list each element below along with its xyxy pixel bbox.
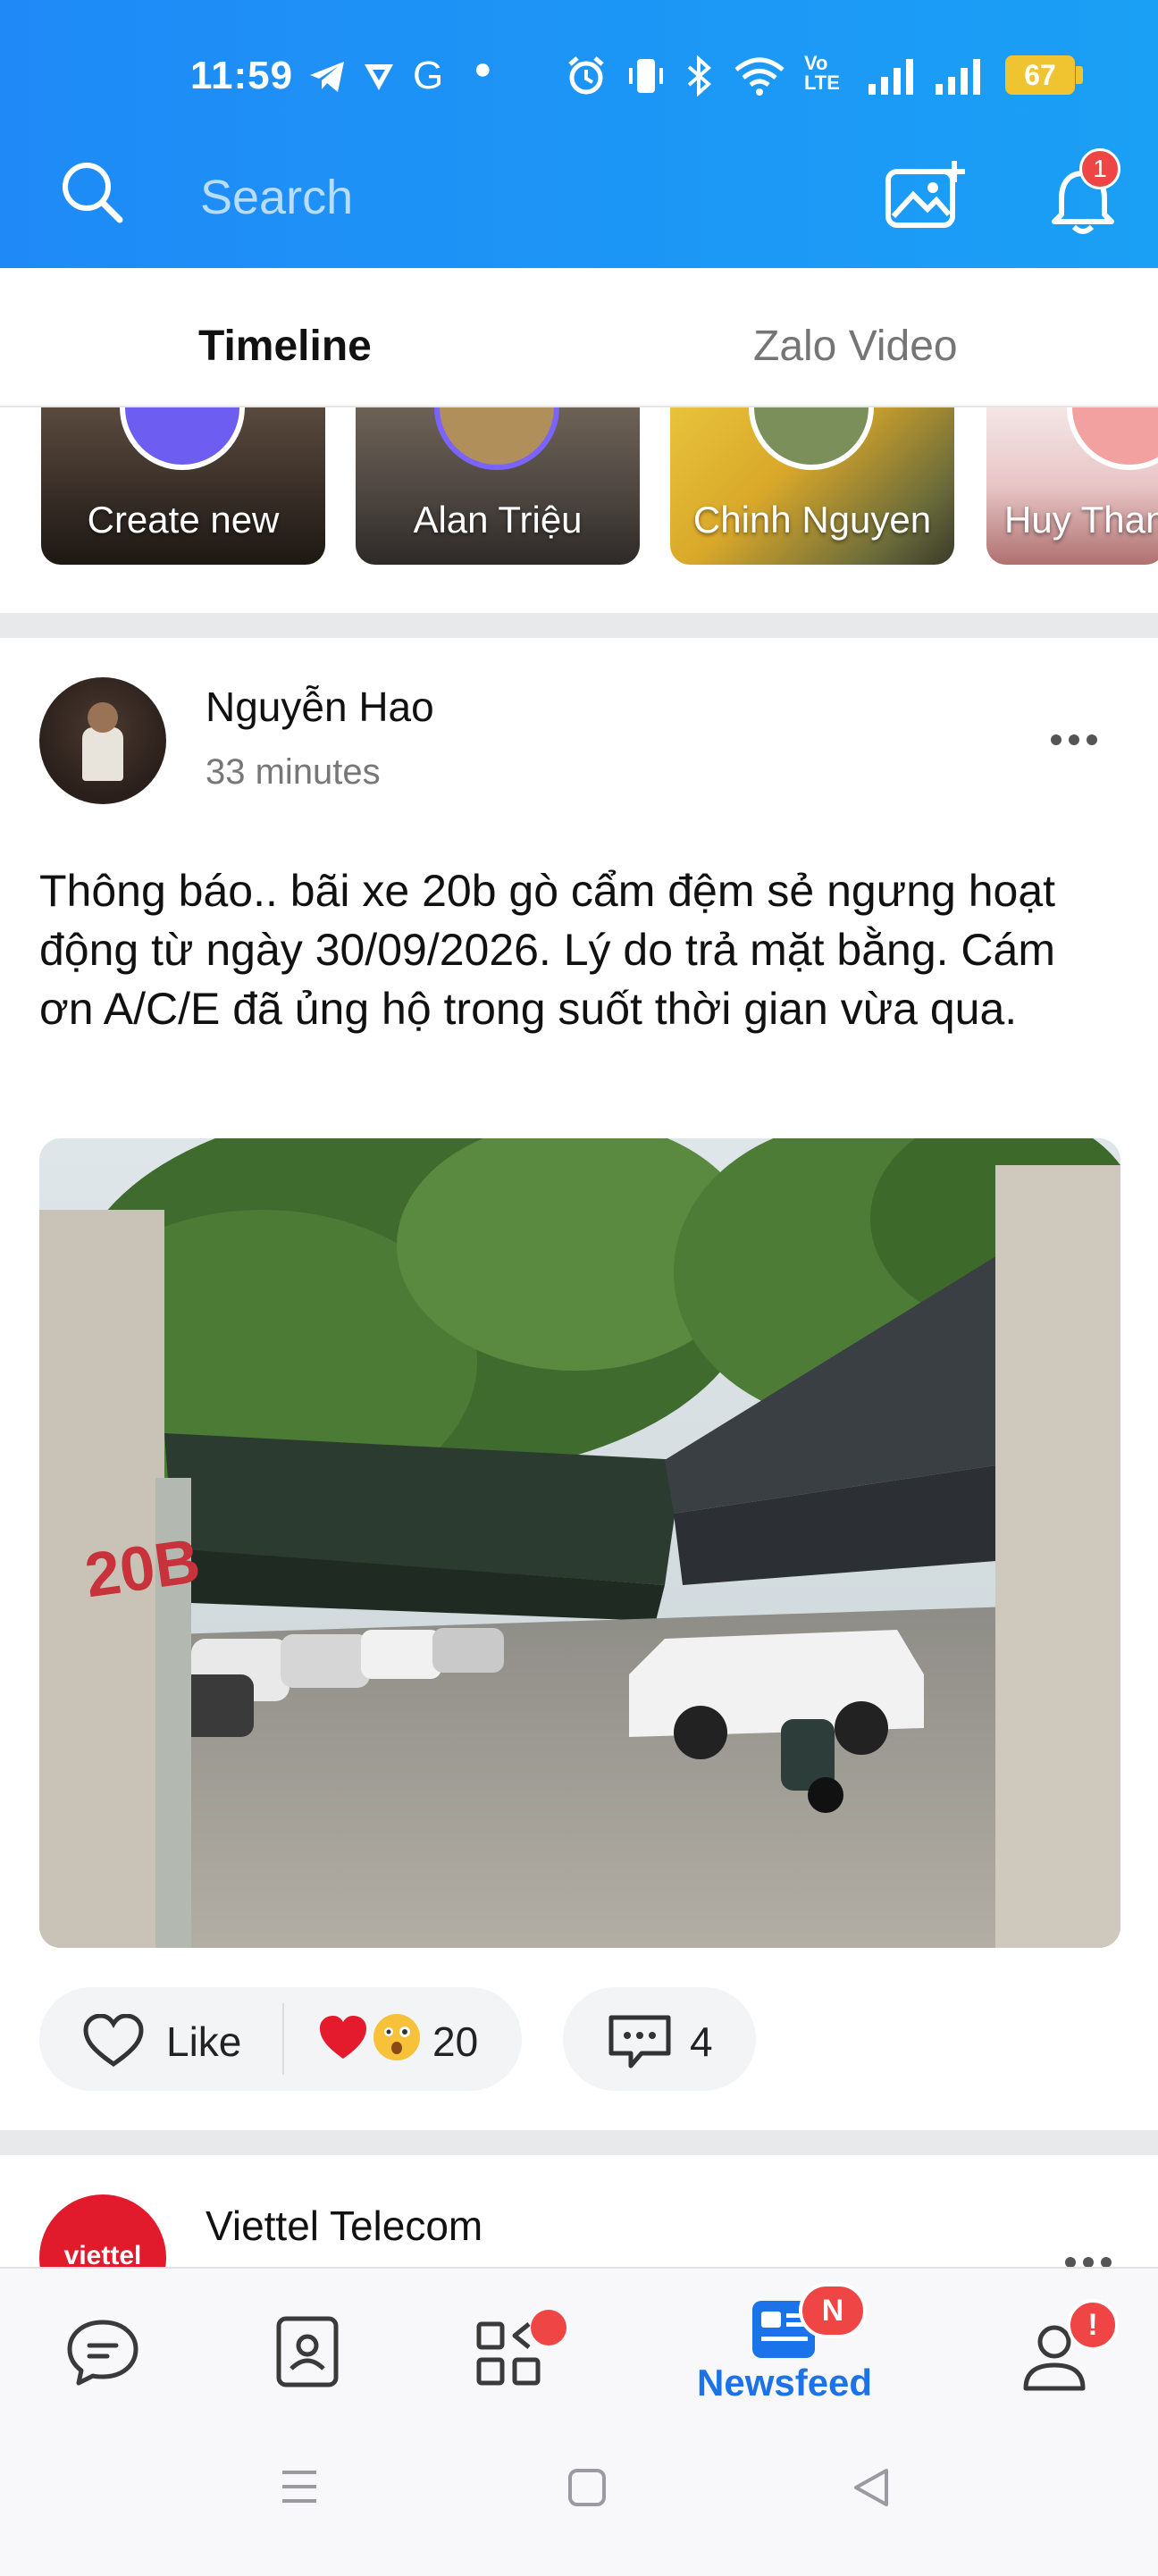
section-divider [0,2130,1158,2155]
post-author[interactable]: Viettel Telecom [206,2202,482,2250]
telegram-icon [310,62,344,92]
status-time: 11:59 [190,54,294,97]
search-input[interactable]: Search [200,170,353,225]
story-huy-than[interactable]: Huy Than [986,407,1158,565]
vibrate-icon [629,59,663,93]
reaction-bar: Like 20 [39,1987,522,2091]
story-label: Alan Triệu [413,499,583,541]
bluetooth-icon [687,55,712,96]
more-dot-icon: ● [474,52,492,86]
story-label: Huy Than [1004,499,1158,541]
feed-tabs: Timeline Zalo Video [0,268,1158,411]
bottom-navigation: N Newsfeed ! [0,2267,1158,2576]
contact-card-icon[interactable] [273,2315,341,2388]
newsfeed-badge: N [799,2283,867,2338]
comment-icon[interactable] [606,2012,674,2071]
create-story-plus-icon [120,407,245,470]
tab-zalo-video[interactable]: Zalo Video [753,322,958,371]
battery-tip [1076,66,1083,84]
volte-icon: Vo LTE [804,52,840,94]
notification-badge: 1 [1079,148,1120,189]
app-header: 11:59 G ● Vo LTE 67 Search 1 [0,0,1158,268]
status-bar: 11:59 G ● Vo LTE 67 [0,36,1158,116]
post-photo[interactable]: 20B [39,1138,1120,1948]
stories-carousel[interactable]: Create new Alan Triệu Chinh Nguyen Huy T… [0,407,1158,608]
google-icon: G [413,54,444,97]
reaction-separator [282,2003,284,2075]
story-avatar [434,407,559,470]
post-author[interactable]: Nguyễn Hao [206,683,434,731]
heart-like-icon[interactable] [82,2014,145,2068]
story-label: Chinh Nguyen [692,499,932,541]
shield-status-icon [365,64,393,90]
comment-count: 4 [690,2018,713,2065]
wow-emoji-icon[interactable] [372,2012,422,2062]
like-button[interactable]: Like [166,2018,241,2066]
story-avatar [1067,407,1158,470]
search-bar[interactable]: Search 1 [0,143,1158,241]
viettel-avatar[interactable]: viettel [39,2194,166,2271]
chat-icon[interactable] [64,2317,141,2388]
section-divider [0,613,1158,638]
feed-post: Nguyễn Hao 33 minutes Thông báo.. bãi xe… [0,638,1158,2130]
nav-label-newsfeed[interactable]: Newsfeed [697,2362,872,2404]
comment-button[interactable]: 4 [563,1987,756,2091]
reaction-count[interactable]: 20 [432,2018,478,2066]
story-avatar [749,407,874,470]
recent-apps-icon[interactable] [279,2467,320,2506]
author-avatar[interactable] [39,677,166,804]
parking-lot-photo: 20B [39,1138,1120,1948]
post-text: Thông báo.. bãi xe 20b gò cẩm đệm sẻ ngư… [39,866,1056,1034]
search-icon[interactable] [59,159,125,225]
battery-indicator: 67 [1005,55,1075,95]
alarm-icon [568,56,604,95]
more-options-icon[interactable] [1049,733,1099,747]
signal-1-icon [868,59,913,95]
add-photo-icon[interactable] [885,159,967,231]
signal-2-icon [936,59,980,95]
post-time: 33 minutes [206,752,381,792]
story-chinh-nguyen[interactable]: Chinh Nguyen [670,407,954,565]
red-heart-icon[interactable] [316,2012,370,2062]
profile-alert-badge: ! [1067,2299,1119,2351]
home-icon[interactable] [566,2467,608,2508]
story-label: Create new [87,499,280,541]
story-alan-trieu[interactable]: Alan Triệu [356,407,640,565]
back-icon[interactable] [851,2467,892,2508]
feed-post-next: viettel Viettel Telecom [0,2155,1158,2271]
wifi-icon [734,57,785,96]
discover-dot-badge [531,2310,566,2345]
story-create-new[interactable]: Create new [41,407,325,565]
tab-timeline[interactable]: Timeline [198,322,372,371]
